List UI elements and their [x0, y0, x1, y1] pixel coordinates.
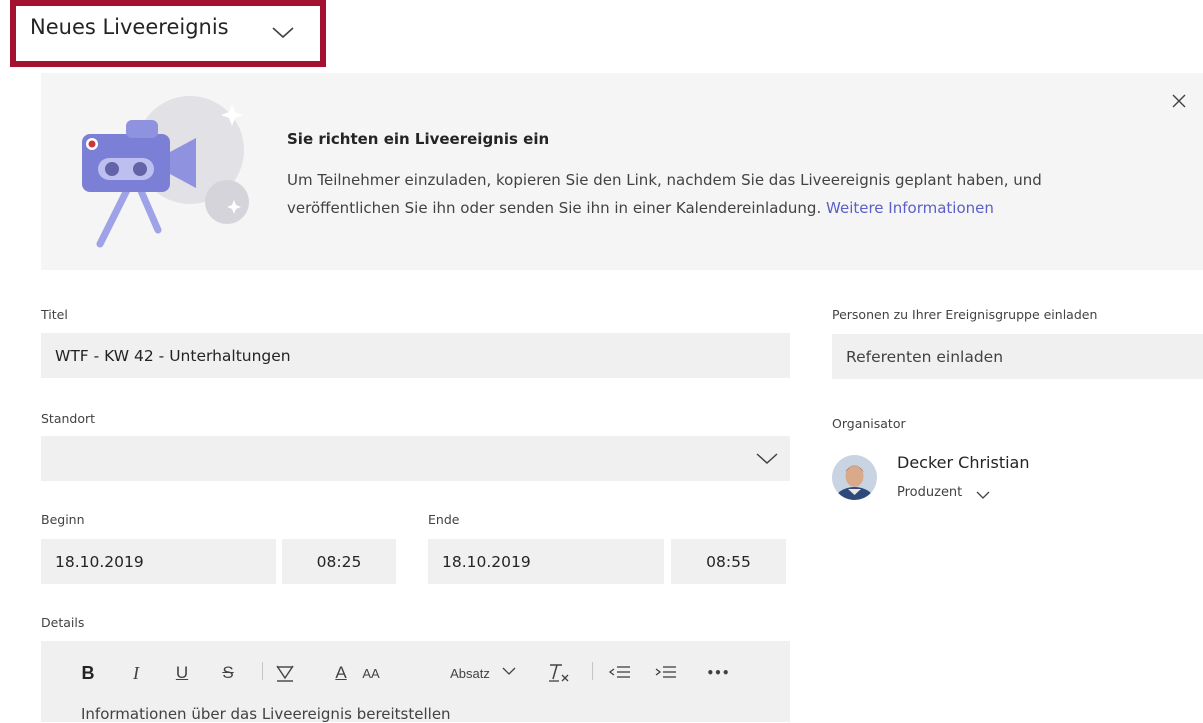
decrease-indent-icon[interactable]	[608, 663, 632, 681]
clear-formatting-icon[interactable]	[547, 662, 571, 684]
banner-text-line-2-text: veröffentlichen Sie ihn oder senden Sie …	[287, 199, 822, 217]
details-label: Details	[41, 615, 85, 630]
organizer-role: Produzent	[897, 485, 963, 500]
increase-indent-icon[interactable]	[654, 663, 678, 681]
start-date-input[interactable]: 18.10.2019	[41, 539, 276, 584]
invite-label: Personen zu Ihrer Ereignisgruppe einlade…	[832, 307, 1098, 322]
more-info-link[interactable]: Weitere Informationen	[826, 199, 994, 217]
organizer-role-dropdown[interactable]: Produzent	[897, 485, 962, 500]
toolbar-separator	[592, 662, 593, 680]
camera-illustration-icon	[82, 96, 249, 248]
banner-heading: Sie richten ein Liveereignis ein	[287, 130, 550, 148]
paragraph-style-dropdown[interactable]: Absatz	[442, 658, 498, 688]
start-time-input[interactable]: 08:25	[282, 539, 396, 584]
end-time-input[interactable]: 08:55	[671, 539, 786, 584]
toolbar-separator	[262, 662, 263, 680]
strikethrough-button[interactable]: S	[216, 658, 240, 688]
details-placeholder: Informationen über das Liveereignis bere…	[81, 705, 451, 723]
title-label: Titel	[41, 307, 68, 322]
underline-button[interactable]: U	[170, 658, 194, 688]
organizer-name: Decker Christian	[897, 453, 1030, 472]
font-size-button[interactable]: AA	[352, 658, 390, 688]
more-options-button[interactable]: •••	[702, 658, 734, 688]
font-color-button[interactable]: A	[330, 658, 352, 688]
start-label: Beginn	[41, 512, 85, 527]
end-label: Ende	[428, 512, 460, 527]
banner-text-line-2: veröffentlichen Sie ihn oder senden Sie …	[287, 199, 994, 217]
end-date-input[interactable]: 18.10.2019	[428, 539, 664, 584]
title-input[interactable]: WTF - KW 42 - Unterhaltungen	[41, 333, 790, 378]
invite-presenters-input[interactable]: Referenten einladen	[832, 334, 1203, 379]
chevron-down-icon[interactable]	[976, 491, 990, 500]
chevron-down-icon[interactable]	[756, 452, 778, 465]
highlighter-icon[interactable]	[274, 663, 296, 683]
chevron-down-icon[interactable]	[502, 667, 516, 676]
location-dropdown[interactable]	[41, 436, 790, 481]
banner-text-line-1: Um Teilnehmer einzuladen, kopieren Sie d…	[287, 171, 1042, 189]
page-title[interactable]: Neues Liveereignis	[30, 15, 229, 39]
avatar	[832, 455, 877, 500]
close-icon[interactable]	[1170, 92, 1188, 110]
bold-button[interactable]: B	[76, 658, 100, 688]
organizer-label: Organisator	[832, 416, 906, 431]
location-label: Standort	[41, 411, 96, 426]
italic-button[interactable]: I	[124, 658, 148, 688]
chevron-down-icon[interactable]	[272, 26, 294, 39]
